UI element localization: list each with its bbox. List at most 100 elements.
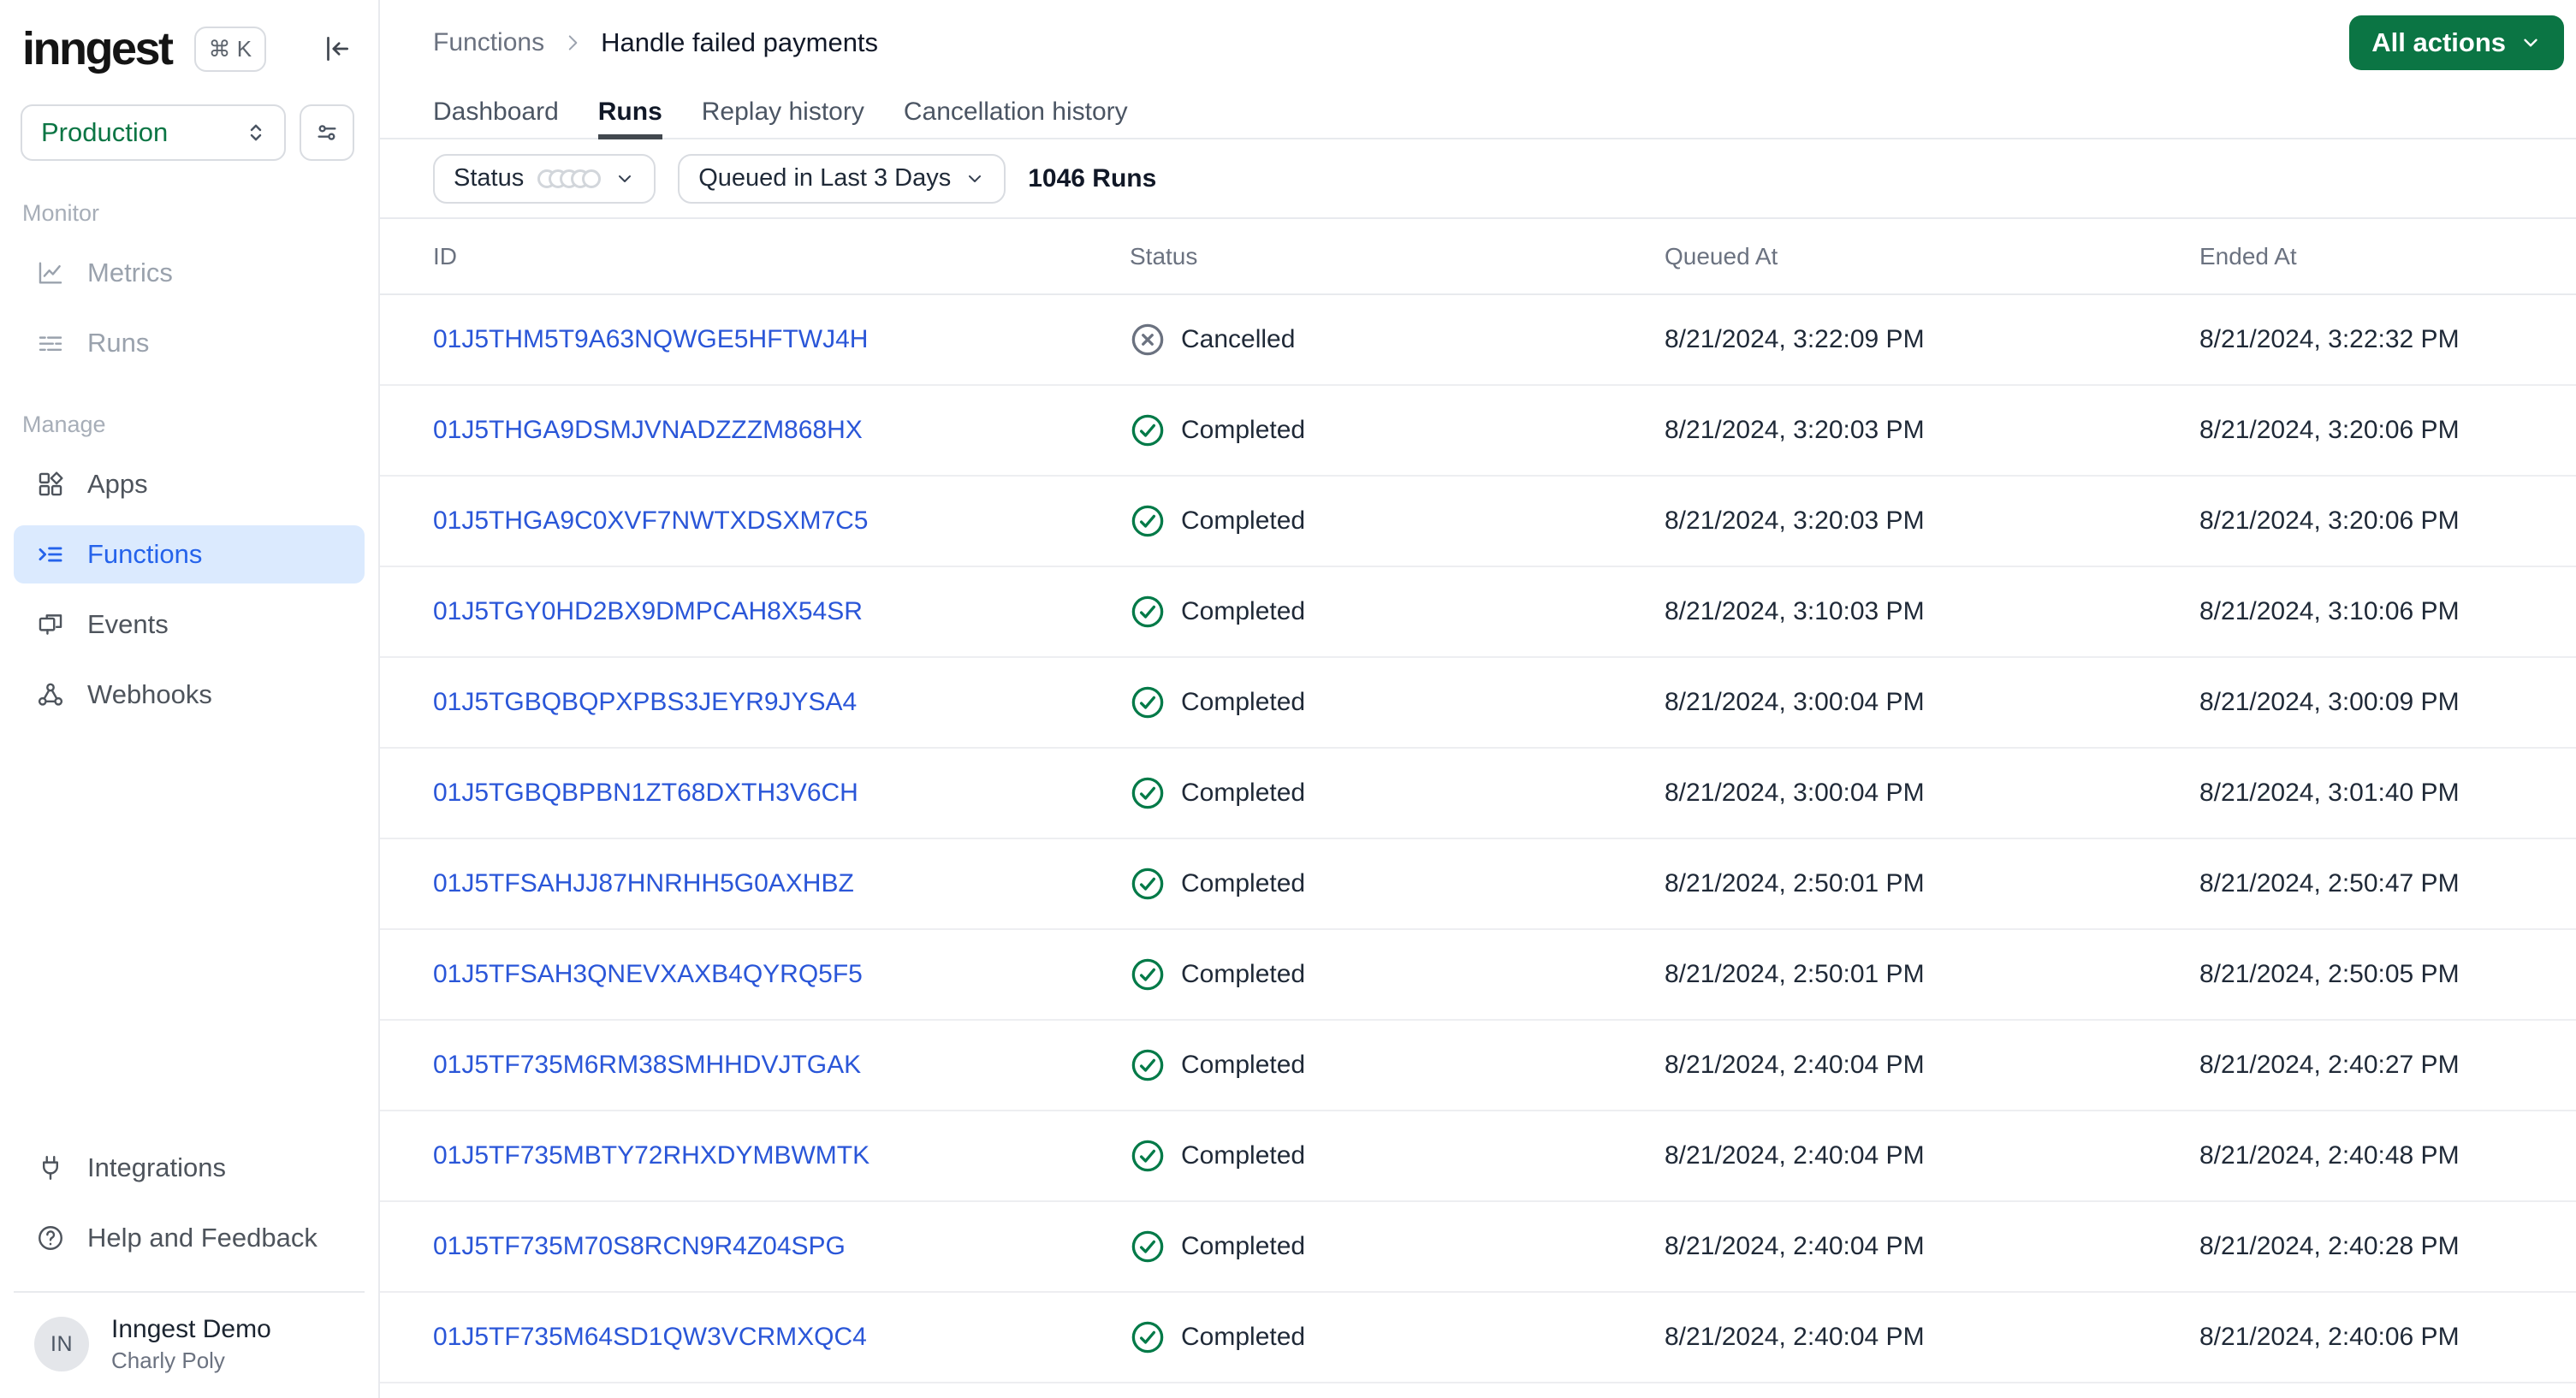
table-row: 01J5TGBQBQPXPBS3JEYR9JYSA4 Completed 8/2… — [380, 658, 2576, 749]
tab-cancellation-history[interactable]: Cancellation history — [904, 86, 1128, 138]
tab-replay-history[interactable]: Replay history — [702, 86, 864, 138]
run-id-link[interactable]: 01J5TF735MBTY72RHXDYMBWMTK — [433, 1141, 870, 1170]
sidebar-nav-monitor: Metrics Runs — [0, 227, 378, 372]
all-actions-button[interactable]: All actions — [2349, 15, 2564, 70]
sidebar-item-label: Functions — [87, 539, 203, 569]
completed-icon — [1130, 1319, 1166, 1355]
run-id-cell: 01J5TF735M70S8RCN9R4Z04SPG — [380, 1232, 1130, 1261]
run-status-cell: Completed — [1130, 684, 1665, 720]
run-id-link[interactable]: 01J5TF735M70S8RCN9R4Z04SPG — [433, 1232, 846, 1260]
run-id-link[interactable]: 01J5TFSAH3QNEVXAXB4QYRQ5F5 — [433, 960, 863, 988]
table-row: 01J5TF735M6RM38SMHHDVJTGAK Completed 8/2… — [380, 1021, 2576, 1111]
time-range-filter-button[interactable]: Queued in Last 3 Days — [678, 153, 1006, 204]
run-id-cell: 01J5THGA9C0XVF7NWTXDSXM7C5 — [380, 506, 1130, 536]
user-menu[interactable]: IN Inngest Demo Charly Poly — [14, 1290, 365, 1398]
chevron-down-icon — [614, 169, 635, 189]
sidebar-item-functions[interactable]: Functions — [14, 525, 365, 583]
table-row: 01J5THM5T9A63NQWGE5HFTWJ4H Cancelled 8/2… — [380, 295, 2576, 386]
sidebar-item-apps[interactable]: Apps — [14, 455, 365, 513]
run-status-label: Completed — [1181, 688, 1306, 716]
run-id-link[interactable]: 01J5THGA9C0XVF7NWTXDSXM7C5 — [433, 506, 868, 535]
run-status-cell: Completed — [1130, 1229, 1665, 1265]
runs-count: 1046 Runs — [1028, 163, 1157, 193]
run-status-label: Completed — [1181, 506, 1306, 535]
run-id-cell: 01J5TFSAH3QNEVXAXB4QYRQ5F5 — [380, 960, 1130, 989]
run-id-link[interactable]: 01J5TGBQBQPXPBS3JEYR9JYSA4 — [433, 688, 857, 716]
run-id-cell: 01J5TGBQBQPXPBS3JEYR9JYSA4 — [380, 688, 1130, 717]
chevron-right-icon — [561, 32, 584, 54]
sidebar-item-metrics[interactable]: Metrics — [14, 244, 365, 302]
sidebar-item-events[interactable]: Events — [14, 595, 365, 654]
table-row: 01J5TFSAHJJ87HNRHH5G0AXHBZ Completed 8/2… — [380, 839, 2576, 930]
run-id-link[interactable]: 01J5TF735M64SD1QW3VCRMXQC4 — [433, 1323, 867, 1351]
environment-selector[interactable]: Production — [21, 104, 286, 161]
sidebar-item-integrations[interactable]: Integrations — [14, 1139, 365, 1197]
run-id-link[interactable]: 01J5THM5T9A63NQWGE5HFTWJ4H — [433, 325, 868, 353]
sidebar-collapse-button[interactable] — [320, 33, 353, 65]
help-icon — [36, 1223, 65, 1253]
tab-dashboard[interactable]: Dashboard — [433, 86, 559, 138]
select-chevrons-icon — [243, 120, 269, 145]
column-header-queued-at: Queued At — [1665, 242, 1778, 270]
run-queued-at: 8/21/2024, 2:40:04 PM — [1665, 1323, 1925, 1351]
sidebar-item-runs[interactable]: Runs — [14, 314, 365, 372]
run-queued-at: 8/21/2024, 3:10:03 PM — [1665, 597, 1925, 625]
sidebar: inngest ⌘ K Production Monitor Metrics R… — [0, 0, 380, 1398]
run-ended-at: 8/21/2024, 3:22:32 PM — [2199, 325, 2460, 353]
run-id-link[interactable]: 01J5TGBQBPBN1ZT68DXTH3V6CH — [433, 779, 858, 807]
page-topbar: Functions Handle failed payments All act… — [380, 0, 2576, 86]
collapse-sidebar-icon — [320, 33, 353, 65]
run-status-cell: Completed — [1130, 412, 1665, 448]
column-header-id: ID — [433, 242, 457, 270]
run-id-cell: 01J5THGA9DSMJVNADZZZM868HX — [380, 416, 1130, 445]
table-header: ID Status Queued At Ended At — [380, 219, 2576, 295]
environment-settings-button[interactable] — [299, 104, 354, 161]
run-id-link[interactable]: 01J5THGA9DSMJVNADZZZM868HX — [433, 416, 863, 444]
breadcrumb: Functions Handle failed payments — [433, 27, 878, 58]
run-id-cell: 01J5TGBQBPBN1ZT68DXTH3V6CH — [380, 779, 1130, 808]
run-id-link[interactable]: 01J5TGY0HD2BX9DMPCAH8X54SR — [433, 597, 863, 625]
run-queued-at: 8/21/2024, 3:00:04 PM — [1665, 688, 1925, 716]
run-status-label: Completed — [1181, 960, 1306, 988]
run-id-link[interactable]: 01J5TF735M6RM38SMHHDVJTGAK — [433, 1051, 861, 1079]
breadcrumb-functions-link[interactable]: Functions — [433, 28, 544, 57]
run-id-cell: 01J5TFSAHJJ87HNRHH5G0AXHBZ — [380, 869, 1130, 898]
sidebar-item-label: Events — [87, 609, 169, 639]
sidebar-section-monitor: Monitor — [22, 200, 100, 226]
run-queued-at: 8/21/2024, 3:20:03 PM — [1665, 416, 1925, 444]
table-row: 01J5TF735MBTY72RHXDYMBWMTK Completed 8/2… — [380, 1111, 2576, 1202]
inngest-logo: inngest — [22, 23, 174, 74]
functions-icon — [36, 540, 65, 569]
filter-bar: Status Queued in Last 3 Days 1046 Runs — [380, 139, 2576, 219]
run-ended-at: 8/21/2024, 2:50:05 PM — [2199, 960, 2460, 988]
completed-icon — [1130, 594, 1166, 630]
user-name: Charly Poly — [111, 1348, 225, 1373]
environment-row: Production — [0, 72, 378, 161]
runs-icon — [36, 329, 65, 358]
run-queued-at: 8/21/2024, 3:22:09 PM — [1665, 325, 1925, 353]
completed-icon — [1130, 1229, 1166, 1265]
run-ended-at: 8/21/2024, 2:40:06 PM — [2199, 1323, 2460, 1351]
chevron-down-icon — [965, 169, 985, 189]
run-queued-at: 8/21/2024, 2:50:01 PM — [1665, 869, 1925, 897]
run-queued-at: 8/21/2024, 3:20:03 PM — [1665, 506, 1925, 535]
table-row: 01J5TGY0HD2BX9DMPCAH8X54SR Completed 8/2… — [380, 567, 2576, 658]
completed-icon — [1130, 1047, 1166, 1083]
run-status-cell: Completed — [1130, 594, 1665, 630]
status-filter-button[interactable]: Status — [433, 153, 656, 204]
column-header-status: Status — [1130, 242, 1198, 270]
completed-icon — [1130, 866, 1166, 902]
run-status-label: Completed — [1181, 779, 1306, 807]
webhook-icon — [36, 680, 65, 709]
sidebar-item-webhooks[interactable]: Webhooks — [14, 666, 365, 724]
sidebar-item-help[interactable]: Help and Feedback — [14, 1209, 365, 1267]
command-k-shortcut[interactable]: ⌘ K — [193, 26, 267, 72]
function-tabs: Dashboard Runs Replay history Cancellati… — [380, 86, 2576, 139]
run-id-cell: 01J5TF735M6RM38SMHHDVJTGAK — [380, 1051, 1130, 1080]
tab-runs[interactable]: Runs — [597, 86, 662, 139]
run-id-link[interactable]: 01J5TFSAHJJ87HNRHH5G0AXHBZ — [433, 869, 854, 897]
sidebar-item-label: Help and Feedback — [87, 1222, 318, 1253]
metrics-icon — [36, 258, 65, 287]
table-row: 01J5TGBQBPBN1ZT68DXTH3V6CH Completed 8/2… — [380, 749, 2576, 839]
run-status-cell: Completed — [1130, 1138, 1665, 1174]
